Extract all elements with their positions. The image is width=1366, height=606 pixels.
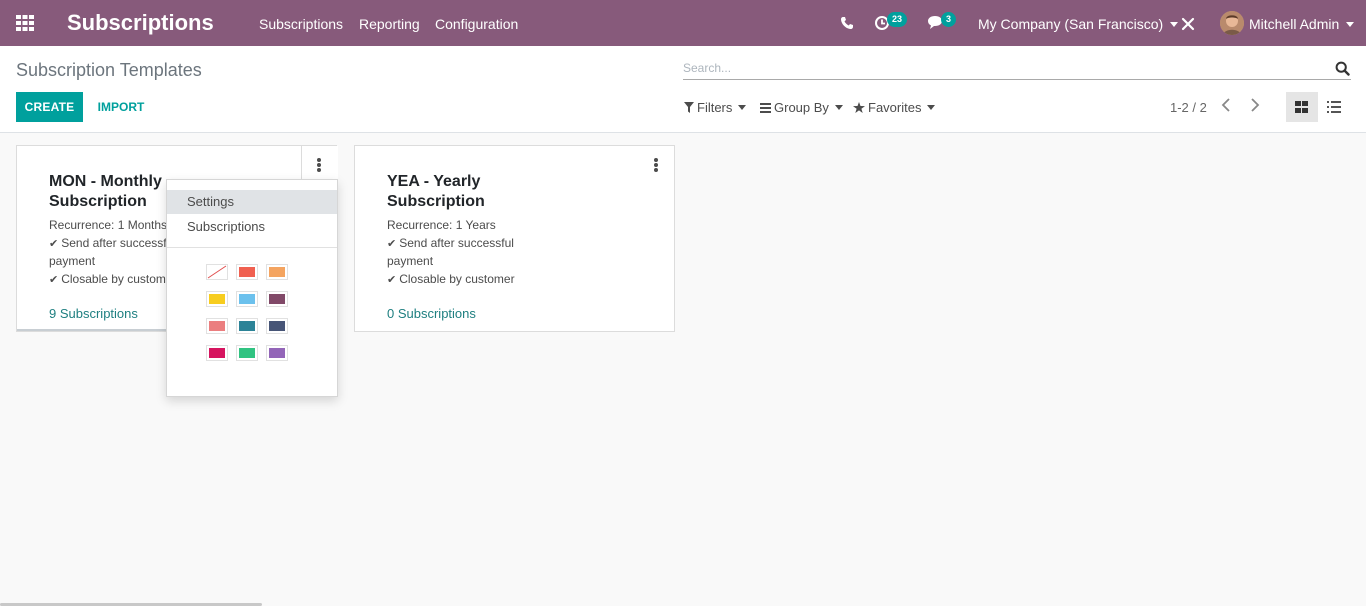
company-name: My Company (San Francisco) (978, 16, 1164, 32)
color-swatch[interactable] (236, 345, 258, 361)
chevron-down-icon (738, 105, 747, 110)
user-avatar[interactable] (1220, 11, 1244, 35)
company-switcher[interactable]: My Company (San Francisco) (978, 16, 1179, 32)
kanban-grid-icon (1295, 101, 1308, 113)
color-swatch[interactable] (206, 318, 228, 334)
color-swatch[interactable] (236, 291, 258, 307)
chevron-down-icon (1346, 22, 1355, 27)
kanban-view-button[interactable] (1286, 92, 1318, 122)
color-swatch[interactable] (266, 318, 288, 334)
color-swatch-fill (209, 321, 225, 331)
menu-item-settings[interactable]: Settings (167, 190, 337, 214)
breadcrumb: Subscription Templates (16, 60, 202, 80)
color-swatch[interactable] (266, 264, 288, 280)
check-icon: ✔ (49, 238, 59, 250)
color-swatch-fill (269, 321, 285, 331)
check-icon: ✔ (387, 238, 397, 250)
group-by-bars-icon (760, 103, 771, 113)
card-subscriptions-link[interactable]: 0 Subscriptions (387, 306, 476, 322)
color-swatch-fill (269, 348, 285, 358)
pager-next-icon[interactable] (1250, 98, 1264, 116)
group-by-dropdown[interactable]: Group By (760, 100, 843, 115)
card-send-after-cont: payment (387, 254, 434, 268)
color-swatch[interactable] (206, 291, 228, 307)
color-swatch[interactable] (266, 291, 288, 307)
top-navbar: Subscriptions Subscriptions Reporting Co… (0, 0, 1366, 46)
kebab-menu-icon[interactable] (316, 158, 322, 174)
import-button[interactable]: IMPORT (90, 92, 152, 122)
search-bar (683, 59, 1351, 80)
app-title: Subscriptions (67, 10, 214, 35)
filters-dropdown[interactable]: Filters (684, 100, 747, 115)
color-swatch[interactable] (266, 345, 288, 361)
color-swatch-fill (239, 294, 255, 304)
color-swatch-fill (239, 321, 255, 331)
user-name: Mitchell Admin (1249, 16, 1340, 32)
kanban-card-yearly[interactable]: YEA - Yearly Subscription Recurrence: 1 … (354, 145, 675, 332)
activity-count-badge: 23 (887, 12, 908, 27)
kebab-menu-icon[interactable] (653, 158, 659, 174)
color-swatch-fill (269, 294, 285, 304)
chevron-down-icon (1170, 22, 1179, 27)
messages-count-badge: 3 (941, 12, 957, 27)
card-subscriptions-link[interactable]: 9 Subscriptions (49, 306, 138, 322)
card-closable: ✔ Closable by customer (387, 272, 515, 286)
card-closable: ✔ Closable by customer (49, 272, 177, 286)
check-icon: ✔ (387, 274, 397, 286)
card-options-menu: Settings Subscriptions (166, 179, 338, 397)
check-icon: ✔ (49, 274, 59, 286)
color-swatch-fill (209, 348, 225, 358)
apps-grid-icon[interactable] (15, 14, 35, 32)
menu-divider (167, 247, 337, 248)
card-send-after-cont: payment (49, 254, 96, 268)
pager-value[interactable]: 1-2 / 2 (1170, 100, 1207, 115)
menu-subscriptions[interactable]: Subscriptions (259, 16, 343, 32)
color-swatch[interactable] (206, 345, 228, 361)
create-button[interactable]: CREATE (16, 92, 83, 122)
search-input[interactable] (683, 59, 1323, 77)
group-by-label: Group By (774, 100, 829, 115)
menu-configuration[interactable]: Configuration (435, 16, 518, 32)
phone-icon[interactable] (840, 16, 854, 35)
search-icon[interactable] (1335, 61, 1350, 81)
color-swatch[interactable] (236, 318, 258, 334)
color-swatch-fill (239, 348, 255, 358)
chevron-down-icon (834, 105, 843, 110)
card-send-after: ✔ Send after successful (49, 236, 176, 250)
menu-item-subscriptions[interactable]: Subscriptions (167, 215, 337, 239)
debug-tools-icon[interactable] (1181, 17, 1195, 36)
color-swatch-none[interactable] (206, 264, 228, 280)
color-swatch-fill (269, 267, 285, 277)
control-panel: Subscription Templates CREATE IMPORT Fil… (0, 46, 1366, 133)
favorites-label: Favorites (868, 100, 922, 115)
menu-reporting[interactable]: Reporting (359, 16, 420, 32)
color-swatch-fill (209, 294, 225, 304)
filter-funnel-icon (684, 102, 694, 113)
color-swatch-fill (239, 267, 255, 277)
list-lines-icon (1327, 101, 1341, 113)
list-view-button[interactable] (1318, 92, 1350, 122)
color-swatch[interactable] (236, 264, 258, 280)
filters-label: Filters (697, 100, 733, 115)
chevron-down-icon (927, 105, 936, 110)
favorites-dropdown[interactable]: Favorites (853, 100, 936, 115)
card-title: YEA - Yearly Subscription (387, 173, 485, 210)
user-menu[interactable]: Mitchell Admin (1249, 16, 1355, 32)
card-send-after: ✔ Send after successful (387, 236, 514, 250)
star-icon (853, 102, 865, 113)
card-recurrence: Recurrence: 1 Months (49, 218, 168, 232)
card-recurrence: Recurrence: 1 Years (387, 218, 496, 232)
pager-previous-icon[interactable] (1221, 98, 1235, 116)
